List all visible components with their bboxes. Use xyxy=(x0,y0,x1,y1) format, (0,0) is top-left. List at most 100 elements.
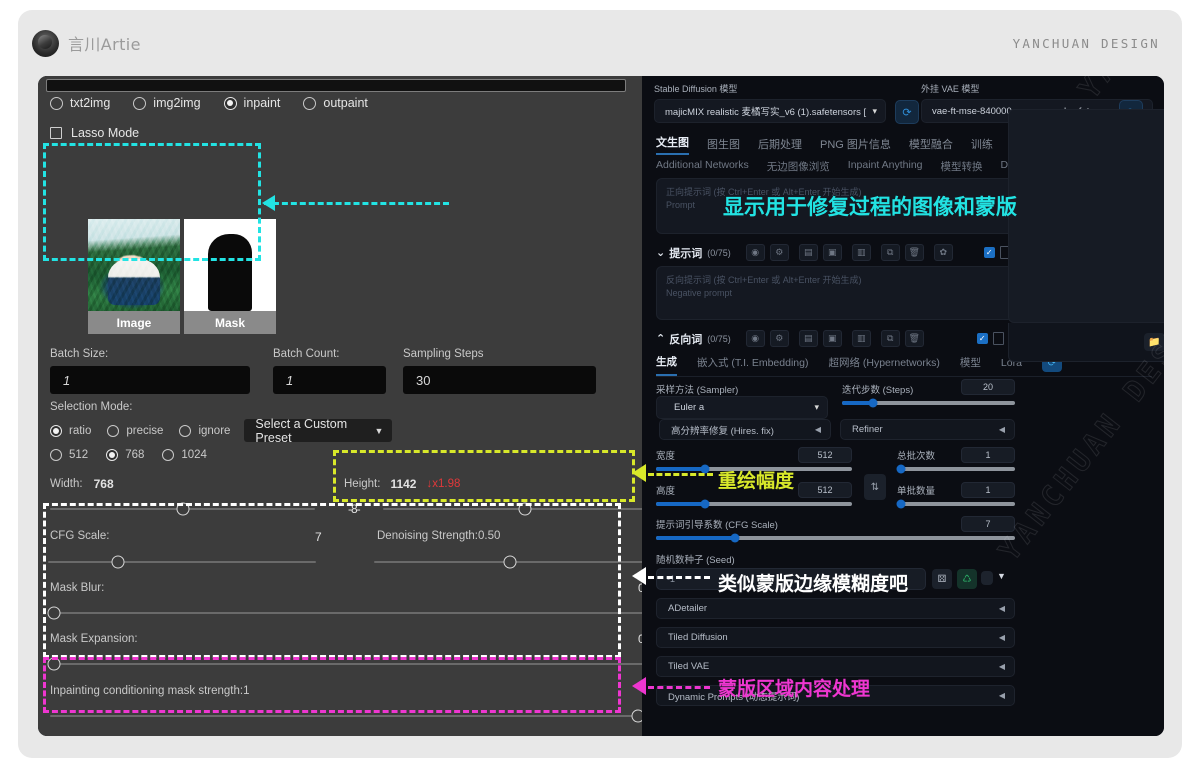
trash-icon[interactable]: 🗑 xyxy=(905,330,924,347)
folder-icon[interactable]: 📁 xyxy=(1144,333,1164,351)
mode-img2img[interactable]: img2img xyxy=(133,96,200,110)
sd-model-refresh-button[interactable]: ⟳ xyxy=(895,100,919,124)
tab-additional-networks[interactable]: Additional Networks xyxy=(656,159,749,177)
translate-icon[interactable]: ✿ xyxy=(934,244,953,261)
adetailer-accordion[interactable]: ADetailer ◀ xyxy=(656,598,1015,619)
paste-icon[interactable]: ⧉ xyxy=(881,330,900,347)
tab-checkpoint-merger[interactable]: 模型融合 xyxy=(909,136,953,155)
sampler-dropdown[interactable]: Euler a ▾ xyxy=(656,396,828,419)
mask-expansion-slider[interactable] xyxy=(50,663,644,665)
subtab-hypernetworks[interactable]: 超网络 (Hypernetworks) xyxy=(828,355,939,375)
refiner-accordion[interactable]: Refiner ◀ xyxy=(840,419,1015,440)
height-value[interactable]: 512 xyxy=(798,482,852,498)
mode-inpaint[interactable]: inpaint xyxy=(224,96,281,110)
seed-extra-box[interactable] xyxy=(981,571,993,585)
tab-img2img[interactable]: 图生图 xyxy=(707,136,740,155)
slider-knob[interactable] xyxy=(176,503,189,516)
selection-mode-precise[interactable]: precise xyxy=(107,425,163,437)
width-value[interactable]: 512 xyxy=(798,447,852,463)
save-style-icon[interactable]: ▤ xyxy=(799,330,818,347)
gear-icon[interactable]: ⚙ xyxy=(770,244,789,261)
tab-train[interactable]: 训练 xyxy=(971,136,993,155)
mode-txt2img[interactable]: txt2img xyxy=(50,96,110,110)
output-preview-area[interactable] xyxy=(1008,109,1164,323)
tokenize-icon[interactable]: ▥ xyxy=(852,330,871,347)
cfg-scale-slider[interactable] xyxy=(656,536,1015,540)
cfg-scale-slider[interactable] xyxy=(48,561,316,563)
palette-icon[interactable]: ◉ xyxy=(746,330,765,347)
sampling-steps-input[interactable]: 30 xyxy=(403,366,596,394)
slider-knob[interactable] xyxy=(111,556,124,569)
recycle-icon[interactable]: ♺ xyxy=(957,569,977,589)
save-style-icon[interactable]: ▤ xyxy=(799,244,818,261)
size-radio-group[interactable]: 512 768 1024 xyxy=(50,449,230,461)
bookmark-icon[interactable]: ▣ xyxy=(823,330,842,347)
size-1024[interactable]: 1024 xyxy=(162,449,207,461)
negative-prompt-title[interactable]: ⌃ 反向词 xyxy=(656,331,702,347)
keyword-checkbox[interactable]: ✓ xyxy=(977,333,988,344)
tab-png-info[interactable]: PNG 图片信息 xyxy=(820,136,891,155)
bookmark-icon[interactable]: ▣ xyxy=(823,244,842,261)
subtab-checkpoints[interactable]: 模型 xyxy=(960,355,981,375)
swap-dimensions-button[interactable]: ⇅ xyxy=(864,474,886,500)
tab-txt2img[interactable]: 文生图 xyxy=(656,134,689,155)
batch-count-input[interactable]: 1 xyxy=(273,366,386,394)
inpaint-conditioning-slider[interactable] xyxy=(50,715,644,717)
size-label: 1024 xyxy=(181,449,207,461)
tiled-vae-accordion[interactable]: Tiled VAE ◀ xyxy=(656,656,1015,677)
image-thumbnail[interactable]: Image xyxy=(88,219,180,334)
width-slider[interactable] xyxy=(656,467,852,471)
positive-prompt-title[interactable]: ⌄ 提示词 xyxy=(656,245,702,261)
paste-icon[interactable]: ⧉ xyxy=(881,244,900,261)
tab-extras[interactable]: 后期处理 xyxy=(758,136,802,155)
tokenize-icon[interactable]: ▥ xyxy=(852,244,871,261)
mask-blur-slider[interactable] xyxy=(50,612,644,614)
batch-size-slider[interactable] xyxy=(897,502,1015,506)
batch-count-slider[interactable] xyxy=(897,467,1015,471)
subtab-embeddings[interactable]: 嵌入式 (T.I. Embedding) xyxy=(697,355,808,375)
chevron-down-icon[interactable]: ▼ xyxy=(997,571,1006,581)
batch-size-input[interactable]: 1 xyxy=(50,366,250,394)
mask-thumbnail[interactable]: Mask xyxy=(184,219,276,334)
batch-count-value[interactable]: 1 xyxy=(961,447,1015,463)
steps-value[interactable]: 20 xyxy=(961,379,1015,395)
slider-knob[interactable] xyxy=(48,658,61,671)
dynamic-prompts-accordion[interactable]: Dynamic Prompts (动态提示词) ◀ xyxy=(656,685,1015,706)
sd-model-dropdown[interactable]: majicMIX realistic 麦橘写实_v6 (1).safetenso… xyxy=(654,99,886,123)
size-768[interactable]: 768 xyxy=(106,449,144,461)
height-slider[interactable] xyxy=(656,502,852,506)
width-slider[interactable] xyxy=(50,508,315,510)
batch-size-value[interactable]: 1 xyxy=(961,482,1015,498)
subtab-generate[interactable]: 生成 xyxy=(656,354,677,376)
gear-icon[interactable]: ⚙ xyxy=(770,330,789,347)
custom-preset-dropdown[interactable]: Select a Custom Preset ▼ xyxy=(244,419,392,442)
dice-icon[interactable]: ⚄ xyxy=(932,569,952,589)
tab-model-converter[interactable]: 模型转换 xyxy=(941,159,983,177)
size-512[interactable]: 512 xyxy=(50,449,88,461)
mode-outpaint[interactable]: outpaint xyxy=(303,96,367,110)
slider-knob[interactable] xyxy=(48,607,61,620)
keyword-checkbox[interactable]: ✓ xyxy=(984,247,995,258)
tab-infinite-image-browsing[interactable]: 无边图像浏览 xyxy=(767,159,830,177)
cfg-scale-value[interactable]: 7 xyxy=(961,516,1015,532)
denoising-strength-slider[interactable] xyxy=(374,561,651,563)
slider-knob[interactable] xyxy=(503,556,516,569)
steps-slider[interactable] xyxy=(842,401,1015,405)
selection-mode-radio-group[interactable]: ratio precise ignore Select a Custom Pre… xyxy=(50,419,392,442)
radio-icon xyxy=(303,97,316,110)
height-slider[interactable] xyxy=(383,508,651,510)
tab-inpaint-anything[interactable]: Inpaint Anything xyxy=(848,159,923,177)
lasso-mode-checkbox[interactable]: Lasso Mode xyxy=(50,126,139,140)
palette-icon[interactable]: ◉ xyxy=(746,244,765,261)
tiled-diffusion-accordion[interactable]: Tiled Diffusion ◀ xyxy=(656,627,1015,648)
mask-blur-label: Mask Blur: xyxy=(50,582,104,594)
hires-fix-accordion[interactable]: 高分辨率修复 (Hires. fix) ◀ xyxy=(659,419,831,440)
selection-mode-ignore[interactable]: ignore xyxy=(179,425,230,437)
trash-icon[interactable]: 🗑 xyxy=(905,244,924,261)
link-ratio-icon[interactable]: -8- xyxy=(348,502,360,516)
keyword-input[interactable] xyxy=(993,332,1004,345)
mode-radio-group[interactable]: txt2img img2img inpaint outpaint xyxy=(50,96,391,110)
selection-mode-ratio[interactable]: ratio xyxy=(50,425,91,437)
seed-input[interactable]: -1 xyxy=(656,568,926,590)
slider-knob[interactable] xyxy=(519,503,532,516)
